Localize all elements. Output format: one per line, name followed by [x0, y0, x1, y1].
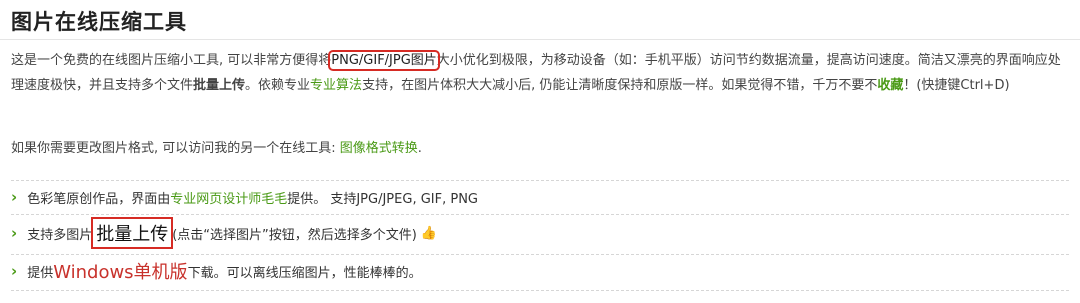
batch-upload-highlight: 批量上传 — [91, 217, 174, 249]
format-line-end: . — [417, 141, 422, 156]
intro-text-3: 。依赖专业 — [245, 78, 311, 93]
intro-text-5: ！(快捷键Ctrl+D) — [903, 78, 1010, 93]
feature-item-credits: › 色彩笔原创作品，界面由 专业网页设计师毛毛 提供。 支持JPG/JPEG, GI… — [11, 182, 478, 212]
feature-text: 下载。可以离线压缩图片，性能棒棒的。 — [187, 265, 422, 281]
format-convert-link[interactable]: 图像格式转换 — [340, 141, 418, 156]
format-convert-line: 如果你需要更改图片格式, 可以访问我的另一个在线工具: 图像格式转换. — [11, 138, 422, 160]
intro-text-1: 这是一个免费的在线图片压缩小工具, 可以非常方便得将 — [11, 53, 332, 68]
algorithm-link[interactable]: 专业算法 — [310, 78, 362, 93]
thumbs-up-icon: 👍 — [420, 225, 438, 241]
title-divider — [0, 39, 1080, 40]
divider — [11, 290, 1069, 291]
divider — [11, 180, 1069, 181]
intro-text-4: 支持，在图片体积大大减小后, 仍能让清晰度保持和原版一样。如果觉得不错，千万不要… — [362, 78, 878, 93]
page: 图片在线压缩工具 这是一个免费的在线图片压缩小工具, 可以非常方便得将PNG/G… — [0, 0, 1080, 303]
green-chevron-right-icon: › — [11, 224, 18, 242]
feature-text: 色彩笔原创作品，界面由 — [27, 191, 171, 207]
green-chevron-right-icon: › — [11, 188, 18, 206]
intro-paragraph: 这是一个免费的在线图片压缩小工具, 可以非常方便得将PNG/GIF/JPG图片大… — [11, 48, 1073, 98]
divider — [11, 254, 1069, 255]
favorite-link[interactable]: 收藏 — [877, 78, 903, 93]
green-chevron-right-icon: › — [11, 262, 18, 280]
feature-item-windows: › 提供 Windows单机版 下载。可以离线压缩图片，性能棒棒的。 — [11, 256, 422, 286]
feature-text: 提供。 支持JPG/JPEG, GIF, PNG — [287, 191, 478, 207]
batch-upload-emphasis: 批量上传 — [193, 78, 246, 93]
designer-link[interactable]: 专业网页设计师毛毛 — [170, 188, 287, 207]
feature-item-batch: › 支持多图片 批量上传 (点击“选择图片”按钮，然后选择多个文件) 👍 — [11, 217, 438, 249]
windows-version-link[interactable]: Windows单机版 — [53, 258, 187, 284]
feature-text: (点击“选择图片”按钮，然后选择多个文件) — [172, 227, 417, 243]
formats-highlight: PNG/GIF/JPG图片 — [328, 50, 440, 71]
page-title: 图片在线压缩工具 — [11, 10, 187, 34]
divider — [11, 214, 1069, 215]
feature-text: 提供 — [27, 265, 54, 281]
format-line-text: 如果你需要更改图片格式, 可以访问我的另一个在线工具: — [11, 141, 340, 156]
feature-text: 支持多图片 — [27, 227, 93, 243]
